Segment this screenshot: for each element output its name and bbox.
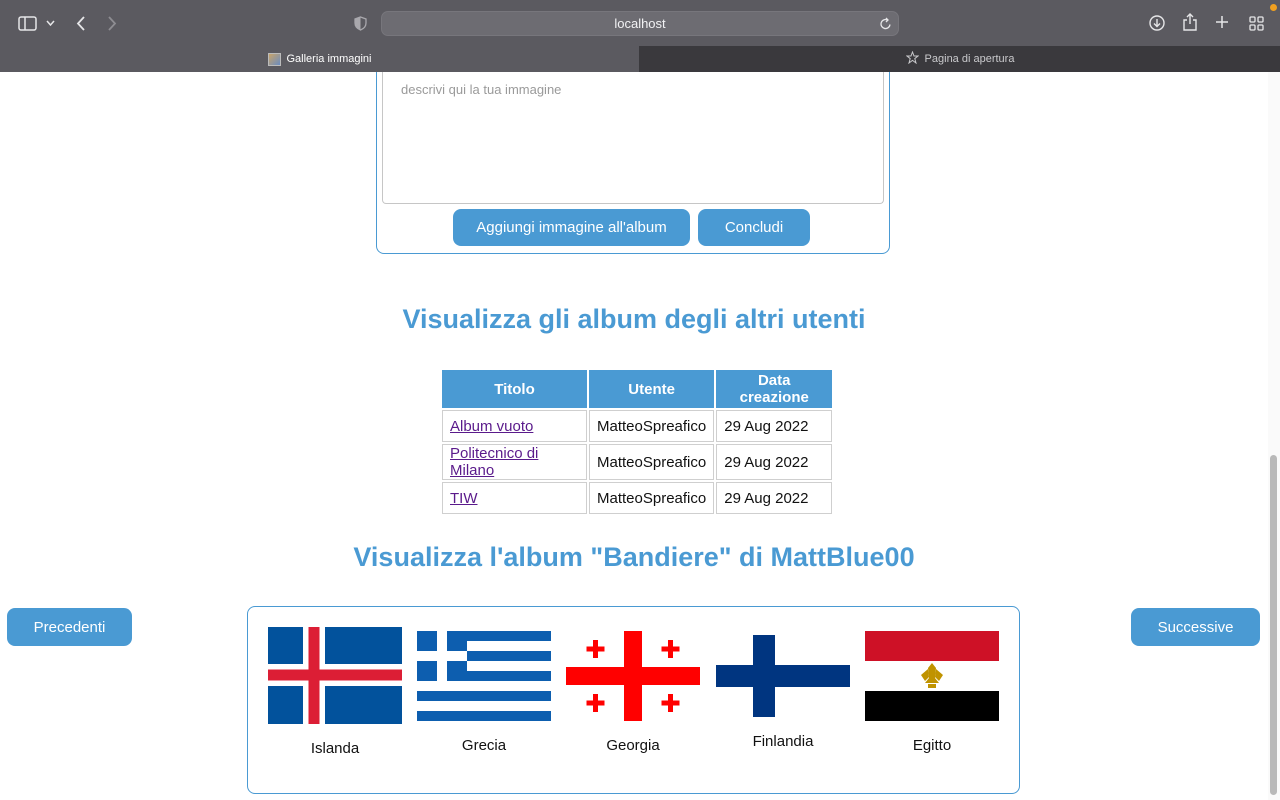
image-caption: Grecia bbox=[461, 737, 507, 754]
image-caption: Islanda bbox=[310, 740, 360, 757]
new-tab-icon[interactable] bbox=[1214, 14, 1230, 30]
album-gallery: Islanda Grecia Georgia Finlandia Egitto bbox=[247, 606, 1020, 794]
description-textarea[interactable] bbox=[382, 72, 884, 204]
other-albums-heading: Visualizza gli album degli altri utenti bbox=[402, 304, 866, 334]
album-link[interactable]: Album vuoto bbox=[450, 418, 533, 435]
next-button[interactable]: Successive bbox=[1131, 608, 1260, 646]
tab-galleria-immagini[interactable]: Galleria immagini bbox=[0, 46, 639, 72]
tab-overview-icon[interactable] bbox=[1247, 14, 1265, 32]
image-caption: Georgia bbox=[606, 737, 660, 754]
add-image-button[interactable]: Aggiungi immagine all'album bbox=[453, 209, 690, 246]
egypt-flag[interactable] bbox=[865, 631, 999, 721]
table-header-row: Titolo Utente Data creazione bbox=[442, 370, 833, 408]
table-row: TIW MatteoSpreafico 29 Aug 2022 bbox=[442, 482, 833, 514]
album-user-cell: MatteoSpreafico bbox=[589, 482, 715, 514]
album-title-cell: Album vuoto bbox=[442, 410, 587, 442]
iceland-flag[interactable] bbox=[268, 627, 402, 724]
album-title-cell: Politecnico di Milano bbox=[442, 444, 587, 480]
done-button[interactable]: Concludi bbox=[698, 209, 810, 246]
share-icon[interactable] bbox=[1181, 12, 1199, 32]
album-date-cell: 29 Aug 2022 bbox=[716, 444, 833, 480]
scrollbar-thumb[interactable] bbox=[1270, 455, 1277, 795]
table-row: Album vuoto MatteoSpreafico 29 Aug 2022 bbox=[442, 410, 833, 442]
browser-toolbar: localhost bbox=[0, 0, 1280, 46]
album-link[interactable]: TIW bbox=[450, 490, 478, 507]
image-caption: Egitto bbox=[912, 737, 952, 754]
address-bar[interactable]: localhost bbox=[381, 11, 899, 36]
georgia-flag[interactable] bbox=[566, 631, 700, 721]
greece-flag[interactable] bbox=[417, 631, 551, 721]
previous-button[interactable]: Precedenti bbox=[7, 608, 132, 646]
album-link[interactable]: Politecnico di Milano bbox=[450, 445, 538, 479]
tab-label: Pagina di apertura bbox=[924, 53, 1015, 65]
star-icon bbox=[905, 50, 919, 67]
reload-icon[interactable] bbox=[879, 16, 893, 31]
album-user-cell: MatteoSpreafico bbox=[589, 410, 715, 442]
album-view-heading: Visualizza l'album "Bandiere" di MattBlu… bbox=[353, 542, 915, 572]
column-header-date: Data creazione bbox=[716, 370, 833, 408]
album-date-cell: 29 Aug 2022 bbox=[716, 482, 833, 514]
tab-label: Galleria immagini bbox=[286, 53, 372, 65]
other-albums-table: Titolo Utente Data creazione Album vuoto… bbox=[440, 368, 834, 516]
finland-flag[interactable] bbox=[716, 635, 850, 717]
album-user-cell: MatteoSpreafico bbox=[589, 444, 715, 480]
album-title-cell: TIW bbox=[442, 482, 587, 514]
favicon-icon bbox=[267, 52, 281, 66]
table-row: Politecnico di Milano MatteoSpreafico 29… bbox=[442, 444, 833, 480]
url-text: localhost bbox=[614, 16, 666, 31]
chevron-down-icon[interactable] bbox=[44, 17, 56, 29]
album-date-cell: 29 Aug 2022 bbox=[716, 410, 833, 442]
column-header-user: Utente bbox=[589, 370, 715, 408]
back-icon[interactable] bbox=[72, 14, 88, 32]
page-content: Aggiungi immagine all'album Concludi Vis… bbox=[0, 72, 1268, 800]
sidebar-icon[interactable] bbox=[17, 14, 37, 32]
column-header-title: Titolo bbox=[442, 370, 587, 408]
tab-pagina-di-apertura[interactable]: Pagina di apertura bbox=[640, 46, 1280, 72]
image-caption: Finlandia bbox=[752, 733, 814, 750]
download-icon[interactable] bbox=[1148, 13, 1166, 33]
forward-icon[interactable] bbox=[104, 14, 120, 32]
shield-icon bbox=[352, 14, 368, 32]
notification-dot bbox=[1270, 4, 1277, 11]
